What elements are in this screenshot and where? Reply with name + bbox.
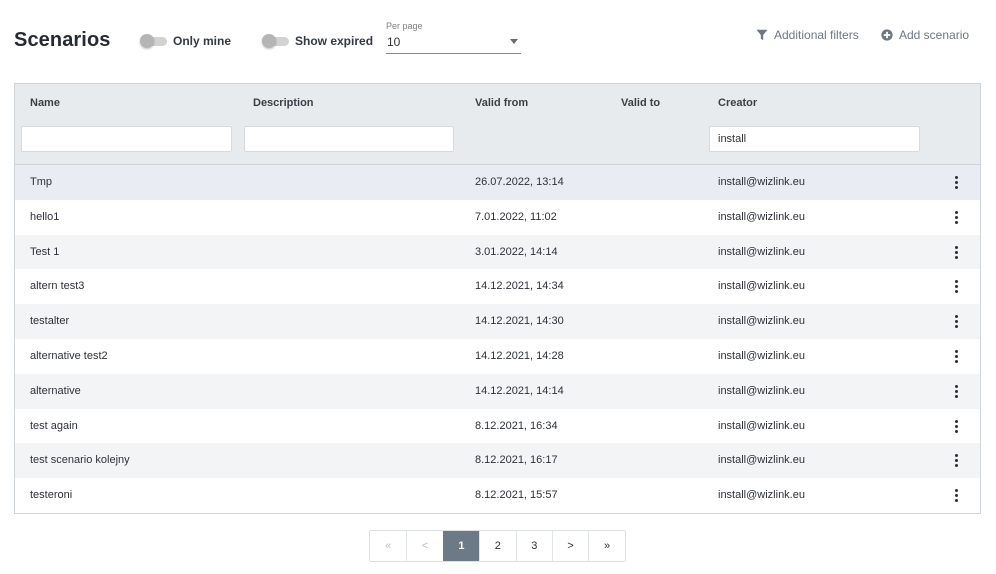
only-mine-label: Only mine bbox=[173, 34, 232, 48]
row-name: testalter bbox=[30, 315, 70, 328]
page-button-3[interactable]: 3 bbox=[515, 531, 552, 561]
row-name: test scenario kolejny bbox=[30, 454, 130, 467]
dropdown-caret-icon bbox=[510, 39, 518, 44]
table-row[interactable]: Tmp 26.07.2022, 13:14 install@wizlink.eu bbox=[15, 165, 980, 200]
column-header-name[interactable]: Name bbox=[30, 97, 60, 109]
table-row[interactable]: altern test3 14.12.2021, 14:34 install@w… bbox=[15, 269, 980, 305]
row-valid-from: 3.01.2022, 14:14 bbox=[475, 245, 558, 258]
row-valid-from: 8.12.2021, 15:57 bbox=[475, 489, 558, 502]
row-menu-icon[interactable] bbox=[951, 210, 961, 225]
row-menu-icon[interactable] bbox=[951, 245, 961, 260]
page-title: Scenarios bbox=[14, 29, 111, 51]
row-name: Tmp bbox=[30, 176, 52, 188]
row-valid-from: 14.12.2021, 14:28 bbox=[475, 349, 564, 362]
row-creator: install@wizlink.eu bbox=[718, 384, 805, 397]
show-expired-label: Show expired bbox=[295, 34, 374, 48]
row-creator: install@wizlink.eu bbox=[718, 419, 805, 432]
page-button-1[interactable]: 1 bbox=[442, 531, 480, 561]
per-page-value: 10 bbox=[387, 35, 401, 49]
table-row[interactable]: hello1 7.01.2022, 11:02 install@wizlink.… bbox=[15, 199, 980, 235]
column-header-creator[interactable]: Creator bbox=[718, 97, 757, 109]
pagination: « < 1 2 3 > » bbox=[369, 530, 626, 562]
toggle-switch[interactable] bbox=[262, 34, 290, 48]
filter-icon bbox=[756, 29, 768, 41]
next-page-button[interactable]: > bbox=[551, 531, 589, 561]
row-menu-icon[interactable] bbox=[951, 453, 961, 468]
only-mine-toggle[interactable]: Only mine bbox=[140, 34, 231, 48]
row-valid-from: 8.12.2021, 16:34 bbox=[475, 419, 558, 432]
row-name: hello1 bbox=[30, 210, 60, 223]
row-valid-from: 14.12.2021, 14:30 bbox=[475, 315, 564, 328]
row-creator: install@wizlink.eu bbox=[718, 245, 805, 258]
per-page-select-group: Per page 10 bbox=[386, 21, 521, 54]
scenarios-table: Name Description Valid from Valid to Cre… bbox=[14, 83, 981, 514]
description-filter-input[interactable] bbox=[244, 126, 454, 152]
row-name: test again bbox=[30, 419, 78, 432]
row-name: altern test3 bbox=[30, 280, 85, 293]
additional-filters-button[interactable]: Additional filters bbox=[756, 28, 859, 42]
row-creator: install@wizlink.eu bbox=[718, 349, 805, 362]
row-menu-icon[interactable] bbox=[951, 384, 961, 399]
table-row[interactable]: testalter 14.12.2021, 14:30 install@wizl… bbox=[15, 304, 980, 339]
row-menu-icon[interactable] bbox=[951, 419, 961, 434]
row-valid-from: 26.07.2022, 13:14 bbox=[475, 176, 564, 188]
row-menu-icon[interactable] bbox=[951, 175, 961, 190]
row-name: alternative test2 bbox=[30, 349, 108, 362]
per-page-select[interactable]: 10 bbox=[386, 34, 521, 54]
creator-filter-input[interactable] bbox=[709, 126, 920, 152]
additional-filters-label: Additional filters bbox=[774, 28, 859, 42]
per-page-caption: Per page bbox=[386, 21, 423, 31]
row-name: alternative bbox=[30, 384, 81, 397]
row-menu-icon[interactable] bbox=[951, 314, 961, 329]
table-header: Name Description Valid from Valid to Cre… bbox=[15, 84, 980, 165]
table-row[interactable]: testeroni 8.12.2021, 15:57 install@wizli… bbox=[15, 478, 980, 513]
page-button-2[interactable]: 2 bbox=[479, 531, 516, 561]
show-expired-toggle[interactable]: Show expired bbox=[262, 34, 373, 48]
row-creator: install@wizlink.eu bbox=[718, 280, 805, 293]
row-creator: install@wizlink.eu bbox=[718, 315, 805, 328]
row-valid-from: 14.12.2021, 14:34 bbox=[475, 280, 564, 293]
row-menu-icon[interactable] bbox=[951, 279, 961, 294]
table-row[interactable]: test again 8.12.2021, 16:34 install@wizl… bbox=[15, 408, 980, 444]
last-page-button[interactable]: » bbox=[588, 531, 625, 561]
add-scenario-label: Add scenario bbox=[899, 28, 970, 42]
table-row[interactable]: alternative 14.12.2021, 14:14 install@wi… bbox=[15, 373, 980, 409]
column-header-valid-from[interactable]: Valid from bbox=[475, 97, 528, 109]
table-row[interactable]: alternative test2 14.12.2021, 14:28 inst… bbox=[15, 338, 980, 374]
plus-circle-icon bbox=[881, 29, 893, 41]
row-menu-icon[interactable] bbox=[951, 488, 961, 503]
row-valid-from: 7.01.2022, 11:02 bbox=[475, 210, 557, 223]
row-valid-from: 14.12.2021, 14:14 bbox=[475, 384, 564, 397]
row-creator: install@wizlink.eu bbox=[718, 489, 805, 502]
table-row[interactable]: Test 1 3.01.2022, 14:14 install@wizlink.… bbox=[15, 234, 980, 270]
column-header-description[interactable]: Description bbox=[253, 97, 314, 109]
row-creator: install@wizlink.eu bbox=[718, 176, 805, 188]
table-row[interactable]: test scenario kolejny 8.12.2021, 16:17 i… bbox=[15, 443, 980, 479]
row-name: Test 1 bbox=[30, 245, 60, 258]
prev-page-button[interactable]: < bbox=[406, 531, 443, 561]
table-body: Tmp 26.07.2022, 13:14 install@wizlink.eu… bbox=[15, 165, 980, 513]
row-valid-from: 8.12.2021, 16:17 bbox=[475, 454, 558, 467]
first-page-button[interactable]: « bbox=[370, 531, 407, 561]
row-creator: install@wizlink.eu bbox=[718, 454, 805, 467]
row-name: testeroni bbox=[30, 489, 73, 502]
column-header-valid-to[interactable]: Valid to bbox=[621, 97, 660, 109]
name-filter-input[interactable] bbox=[21, 126, 232, 152]
row-creator: install@wizlink.eu bbox=[718, 210, 805, 223]
toggle-switch[interactable] bbox=[140, 34, 168, 48]
add-scenario-button[interactable]: Add scenario bbox=[881, 28, 969, 42]
row-menu-icon[interactable] bbox=[951, 349, 961, 364]
